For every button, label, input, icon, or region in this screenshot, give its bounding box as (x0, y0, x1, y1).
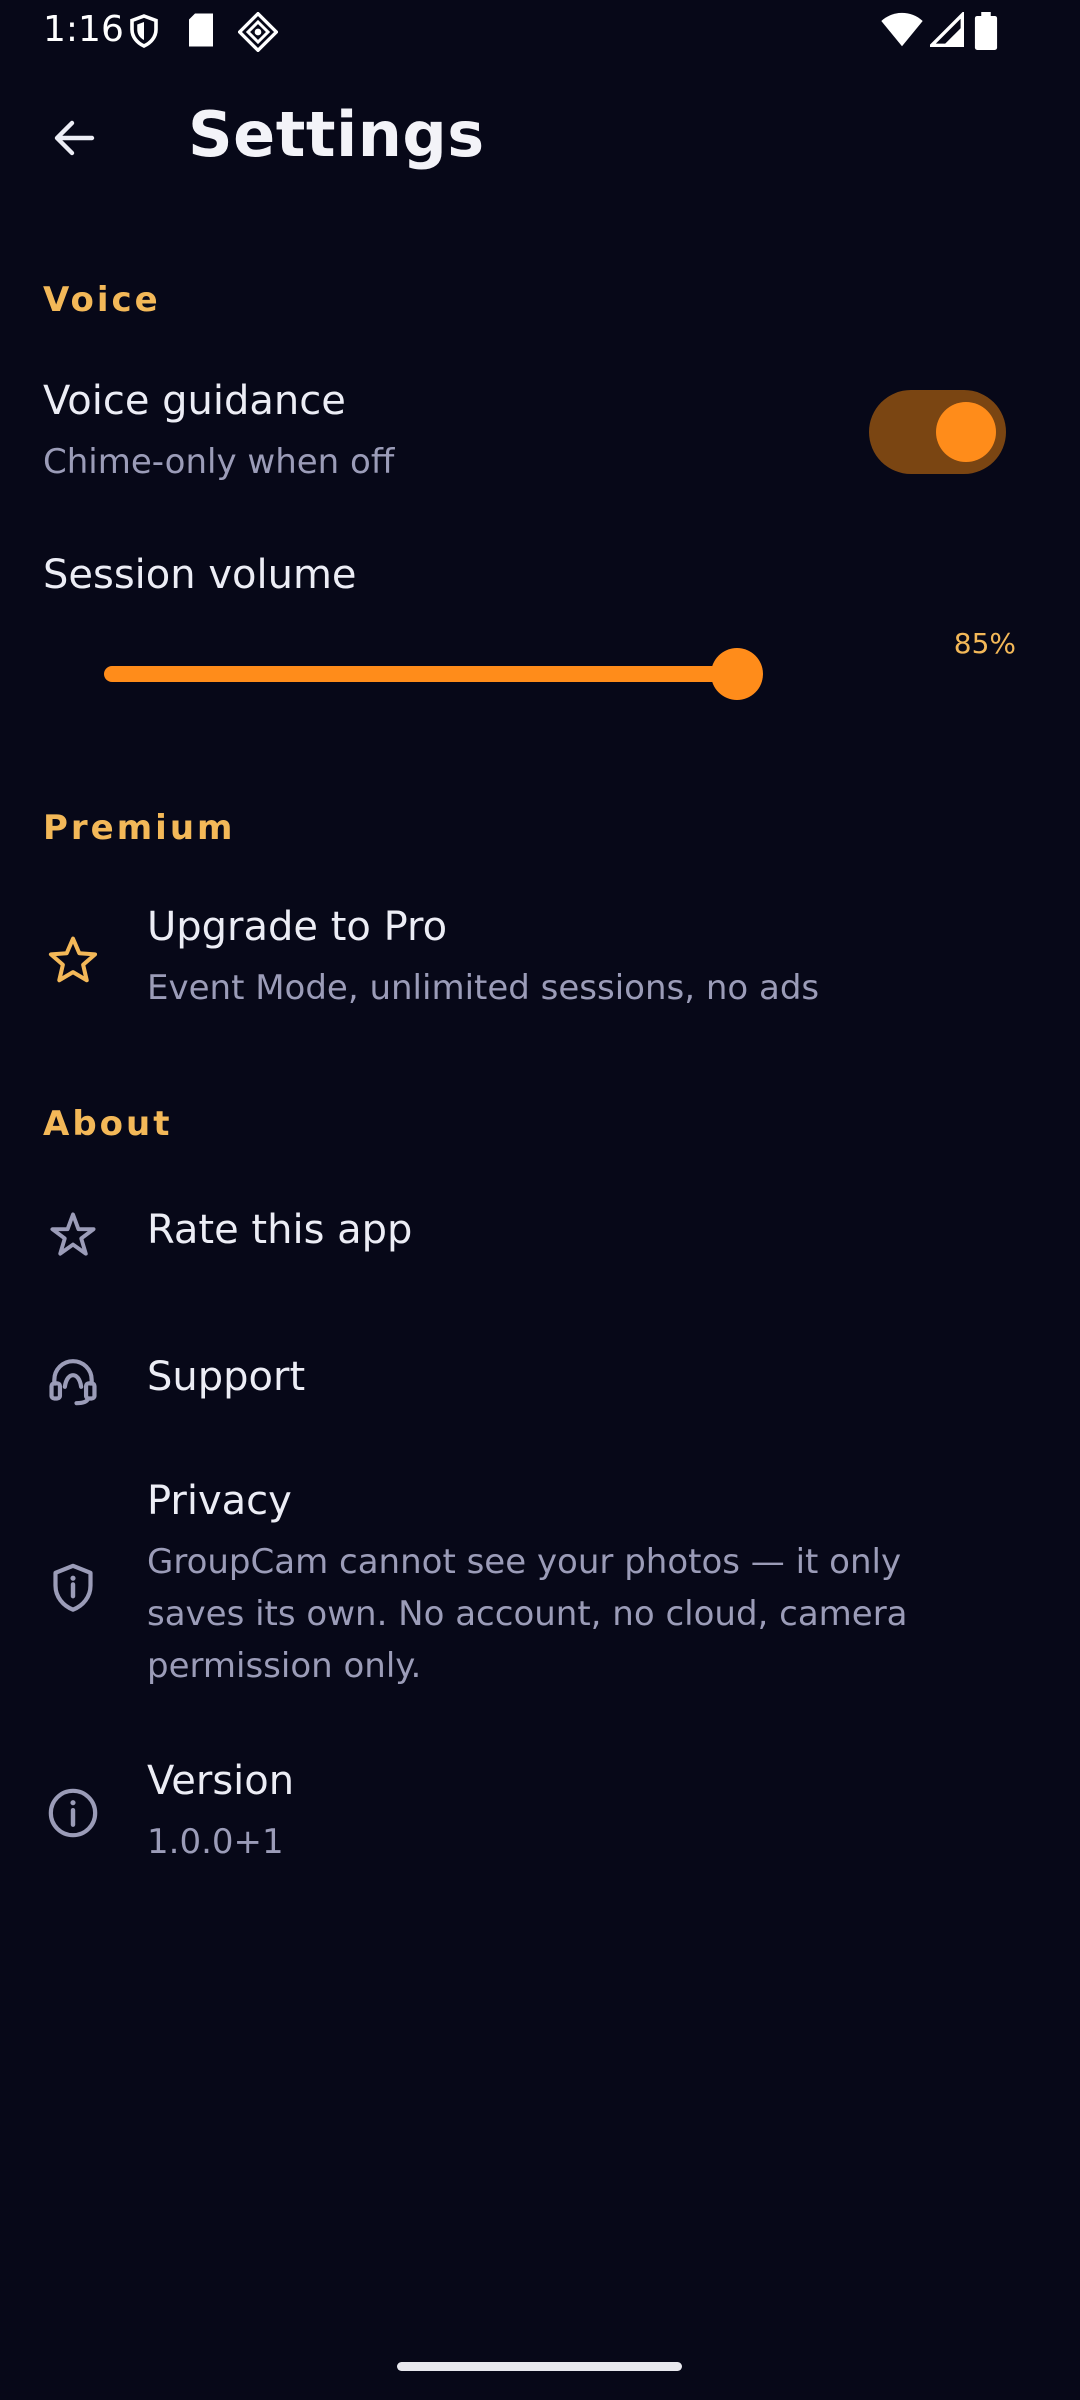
shield-icon (126, 12, 162, 54)
shield-info-icon (43, 1558, 103, 1618)
info-icon (43, 1783, 103, 1843)
section-header-premium: Premium (43, 808, 236, 848)
privacy-title: Privacy (147, 1478, 292, 1524)
back-button[interactable] (34, 100, 114, 180)
app-diamond-icon (237, 11, 279, 56)
session-volume-slider-thumb[interactable] (711, 648, 763, 700)
app-bar: Settings (0, 62, 1080, 212)
battery-icon (974, 12, 998, 54)
status-time: 1:16 (43, 9, 124, 50)
session-volume-slider-track[interactable] (104, 666, 738, 682)
star-icon (43, 1205, 103, 1265)
privacy-subtitle-line-1: GroupCam cannot see your photos — it onl… (147, 1542, 902, 1582)
page-title: Settings (188, 98, 485, 171)
home-indicator[interactable] (397, 2362, 682, 2371)
support-title: Support (147, 1354, 306, 1400)
signal-icon (927, 10, 964, 52)
rate-this-app-title: Rate this app (147, 1207, 413, 1253)
wifi-icon (880, 12, 924, 52)
rate-this-app-row[interactable]: Rate this app (0, 1180, 1080, 1290)
voice-guidance-toggle[interactable] (869, 390, 1006, 474)
privacy-row[interactable]: Privacy GroupCam cannot see your photos … (0, 1478, 1080, 1698)
version-title: Version (147, 1758, 295, 1804)
arrow-left-icon (50, 114, 98, 166)
session-volume-title: Session volume (43, 552, 357, 598)
upgrade-title: Upgrade to Pro (147, 904, 448, 950)
upgrade-subtitle: Event Mode, unlimited sessions, no ads (147, 968, 820, 1008)
star-outline-icon (43, 930, 103, 990)
support-row[interactable]: Support (0, 1327, 1080, 1437)
sd-card-icon (186, 12, 216, 52)
upgrade-to-pro-row[interactable]: Upgrade to Pro Event Mode, unlimited ses… (0, 890, 1080, 1030)
version-value: 1.0.0+1 (147, 1822, 284, 1862)
voice-guidance-title: Voice guidance (43, 378, 346, 424)
section-header-voice: Voice (43, 280, 161, 320)
session-volume-value: 85% (953, 627, 1016, 660)
section-header-about: About (43, 1104, 173, 1144)
toggle-knob (936, 402, 996, 462)
voice-guidance-subtitle: Chime-only when off (43, 442, 395, 482)
version-row: Version 1.0.0+1 (0, 1750, 1080, 1880)
privacy-subtitle-line-3: permission only. (147, 1646, 422, 1686)
headset-icon (43, 1351, 103, 1411)
privacy-subtitle-line-2: saves its own. No account, no cloud, cam… (147, 1594, 908, 1634)
status-bar: 1:16 (0, 0, 1080, 62)
